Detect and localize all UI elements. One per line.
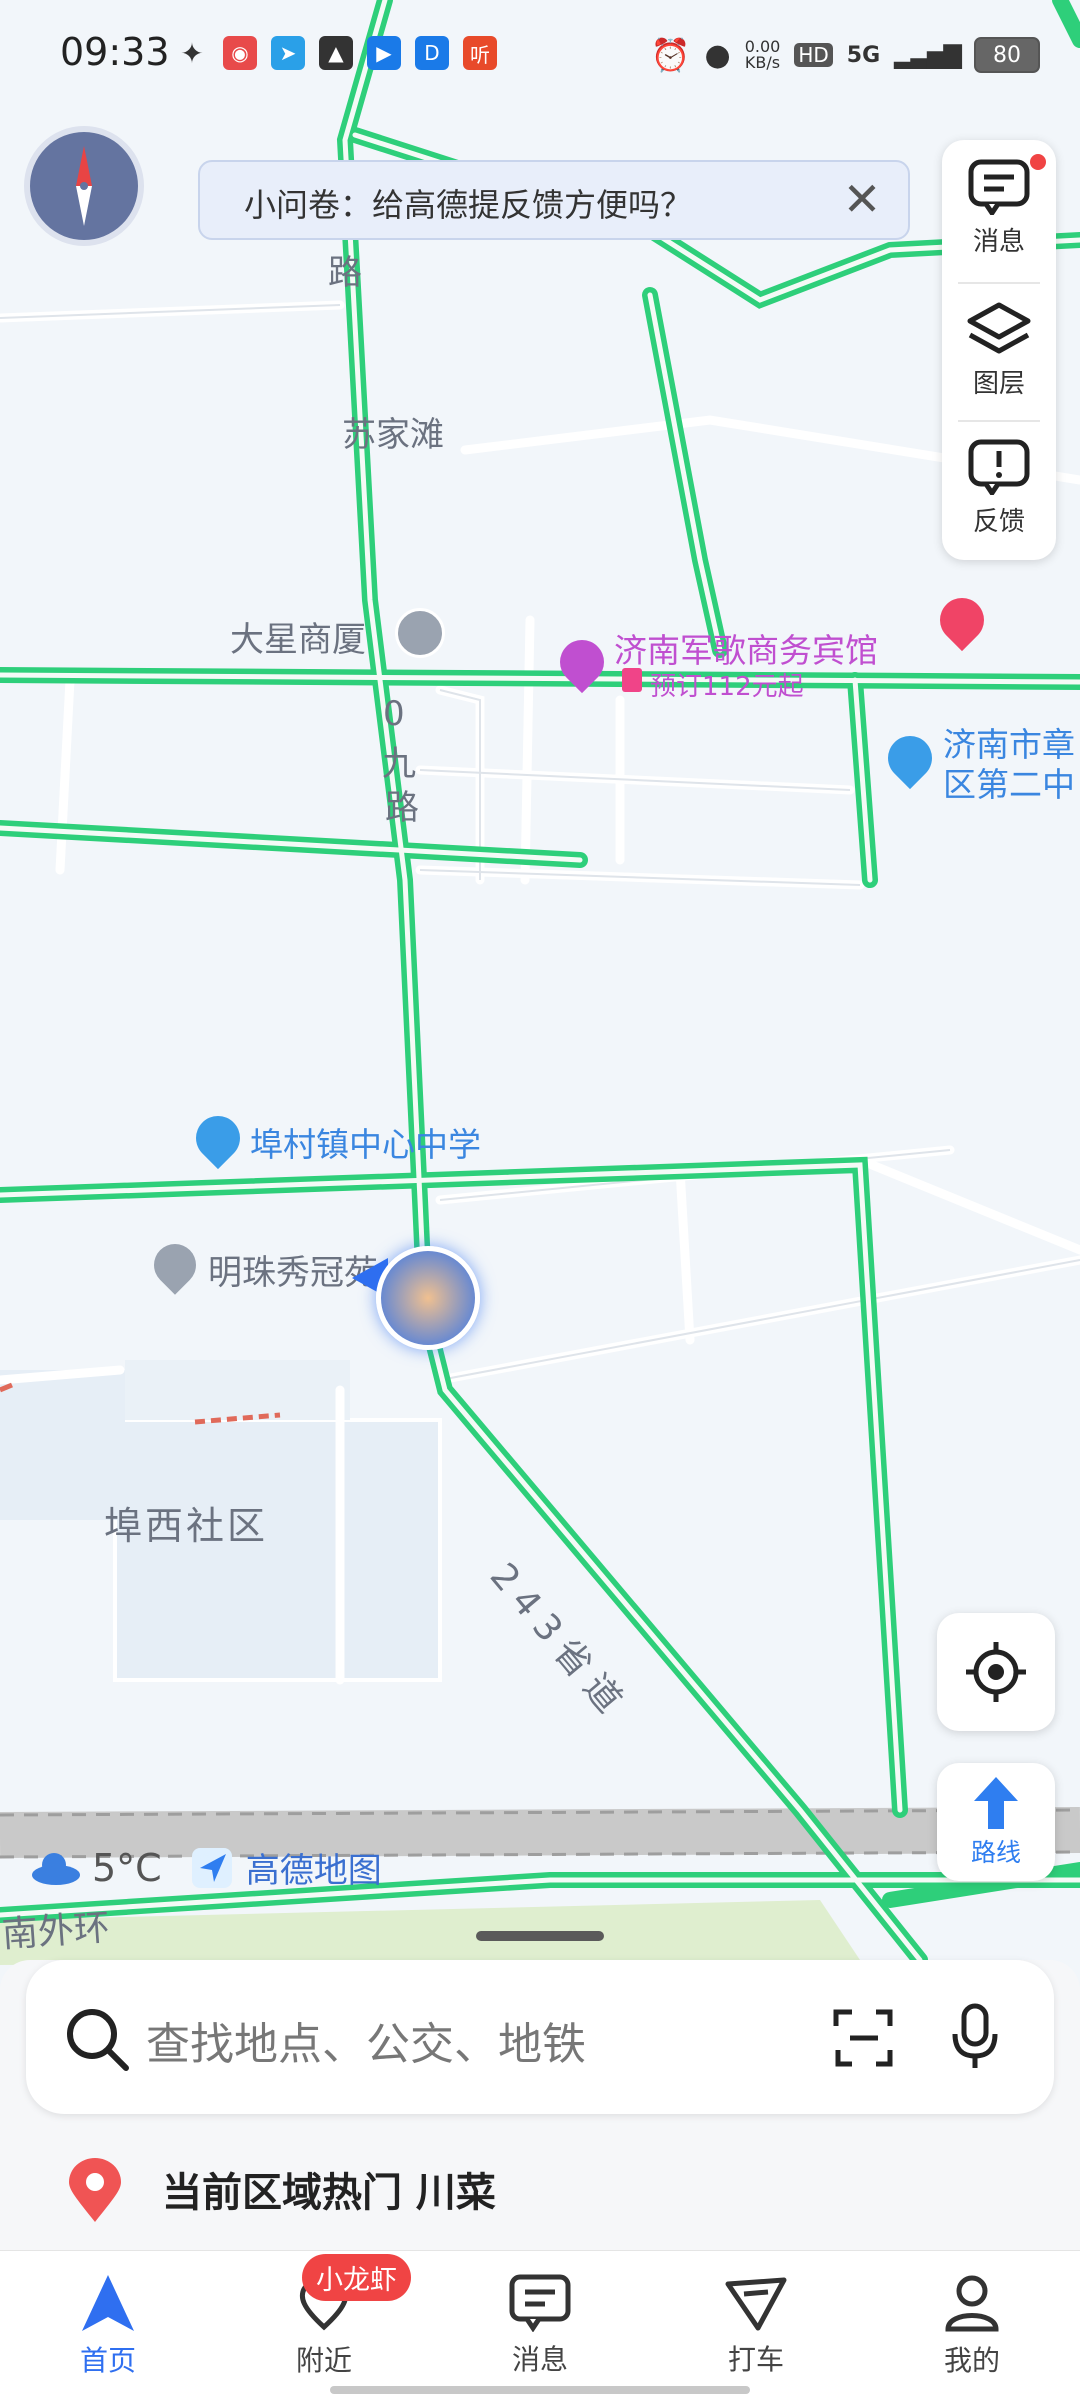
survey-text[interactable]: 小问卷：给高德提反馈方便吗？ [244,180,692,226]
locate-me-button[interactable] [937,1613,1055,1731]
nav-arrow-icon [82,2275,134,2331]
d-app-icon: D [415,36,449,70]
coupon-icon [622,668,642,692]
road-label-top: 路 [328,253,362,293]
toolbox-feedback-label: 反馈 [972,506,1025,537]
message-icon [968,159,1030,215]
toolbox-messages-label: 消息 [972,226,1025,257]
message-icon [509,2274,571,2332]
compass-button[interactable] [24,126,144,246]
place-sujiatan: 苏家滩 [342,415,444,455]
toolbox-layers-button[interactable]: 图层 [942,282,1056,418]
search-input[interactable]: 查找地点、公交、地铁 [146,2008,586,2072]
tab-me[interactable]: 我的 [864,2251,1080,2401]
route-label: 路线 [970,1838,1021,1867]
toolbox-feedback-button[interactable]: 反馈 [942,420,1056,556]
poi-hotel-price[interactable]: 预订112元起 [650,666,804,703]
tab-taxi[interactable]: 打车 [648,2251,864,2401]
close-icon[interactable]: ✕ [834,172,890,226]
amap-brand: 高德地图 [245,1851,382,1891]
road-nanwaihuan: 南外环 [0,1907,112,1956]
tab-me-label: 我的 [943,2344,1000,2377]
search-bar[interactable]: 查找地点、公交、地铁 [26,1960,1054,2114]
tab-home-label: 首页 [79,2344,136,2377]
survey-banner[interactable]: 小问卷：给高德提反馈方便吗？ ✕ [198,160,910,240]
battery-indicator: 80 [974,37,1040,73]
wechat-icon: ✦ [180,36,204,70]
cloud-icon [32,1852,80,1885]
tab-taxi-label: 打车 [727,2343,784,2376]
tab-messages-label: 消息 [511,2343,568,2376]
net-speed-unit: KB/s [744,53,781,72]
signal-bars-icon: ▂▃▅▇ [894,41,962,69]
telegram-icon: ➤ [271,36,305,70]
weather-brand-bar: 5°C 高德地图 [30,1843,382,1892]
locate-icon [966,1642,1026,1702]
route-arrow-icon [974,1777,1018,1829]
location-pin-icon [69,2158,121,2222]
network-speed: 0.00 KB/s [745,39,781,71]
map-canvas[interactable]: 路 苏家滩 大星商厦 0 九 路 埠西社区 南外环 243省道 济南军歌商务宾馆… [0,0,1080,2000]
app-notify-icon: ▲ [319,36,353,70]
hot-text[interactable]: 当前区域热门 川菜 [162,2160,496,2218]
feedback-icon [968,439,1030,495]
sheet-drag-handle[interactable] [476,1931,604,1941]
hot-recommendation[interactable]: 当前区域热门 川菜 [0,2130,1080,2250]
notification-icons: ✦ ◉ ➤ ▲ ▶ D 听 [175,36,497,70]
app-notify-icon: ◉ [223,36,257,70]
tab-messages[interactable]: 消息 [432,2251,648,2401]
microphone-icon[interactable] [950,2002,1000,2072]
poi-school-center[interactable]: 埠村镇中心中学 [250,1118,481,1166]
video-app-icon: ▶ [367,36,401,70]
map-toolbox: 消息 图层 反馈 [942,140,1056,560]
location-icon: ● [704,37,731,73]
home-indicator[interactable] [330,2386,750,2394]
unread-dot [1030,154,1046,170]
taxi-icon [725,2277,787,2331]
layers-icon [967,302,1031,353]
user-icon [945,2275,999,2332]
road-label-0: 0 [383,694,405,734]
road-label-lu: 路 [385,788,419,828]
hd-badge: HD [794,43,833,67]
poi-hotel-name[interactable]: 济南军歌商务宾馆 [614,624,878,672]
amap-logo-icon [191,1847,232,1888]
route-button[interactable]: 路线 [937,1763,1055,1881]
toolbox-layers-label: 图层 [972,368,1025,399]
nearby-badge: 小龙虾 [302,2254,411,2301]
search-icon [67,2009,129,2071]
status-bar: 09:33 ✦ ◉ ➤ ▲ ▶ D 听 ⏰ ● 0.00 KB/s HD 5G … [0,0,1080,110]
status-right: ⏰ ● 0.00 KB/s HD 5G ▂▃▅▇ 80 [651,36,1040,74]
road-label-jiu: 九 [382,744,416,784]
place-fuxi-community: 埠西社区 [104,1504,269,1548]
building-icon [395,608,445,658]
compass-icon [76,146,92,226]
status-time: 09:33 [60,30,170,74]
poi-school-right-line2[interactable]: 区第二中 [943,758,1075,806]
weather-temp: 5°C [92,1845,162,1890]
listen-app-icon: 听 [463,36,497,70]
alarm-icon: ⏰ [650,36,691,74]
bottom-tab-bar: 首页 附近 消息 打车 我的 [0,2250,1080,2401]
signal-5g: 5G [846,42,881,68]
tab-home[interactable]: 首页 [0,2251,216,2401]
scan-icon[interactable] [832,2006,896,2070]
user-avatar-location[interactable] [376,1246,480,1350]
tab-nearby-label: 附近 [295,2344,352,2377]
place-daxing-shangsha: 大星商厦 [230,620,366,660]
